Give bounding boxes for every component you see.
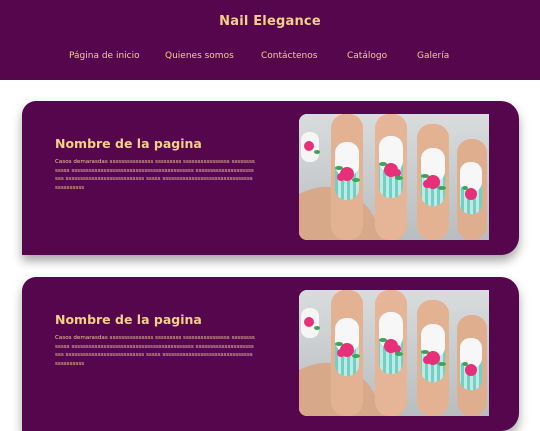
- content-card-1: Nombre de la pagina Casos demarasdas sss…: [22, 101, 519, 255]
- card-title: Nombre de la pagina: [55, 136, 202, 151]
- card-title: Nombre de la pagina: [55, 312, 202, 327]
- content-card-2: Nombre de la pagina Casos demarasdas sss…: [22, 277, 519, 431]
- nail-art-image: [299, 114, 489, 240]
- card-description: Casos demarasdas sssssssssssssss sssssss…: [55, 335, 255, 367]
- main-nav: Página de inicio Quienes somos Contácten…: [0, 51, 540, 65]
- card-description: Casos demarasdas sssssssssssssss sssssss…: [55, 159, 255, 191]
- nav-link-contactenos[interactable]: Contáctenos: [261, 51, 317, 61]
- brand-title[interactable]: Nail Elegance: [0, 14, 540, 29]
- nail-art-image: [299, 290, 489, 416]
- nav-link-galeria[interactable]: Galería: [417, 51, 449, 61]
- nav-link-inicio[interactable]: Página de inicio: [69, 51, 140, 61]
- site-header: Nail Elegance Página de inicio Quienes s…: [0, 0, 540, 80]
- nav-link-catalogo[interactable]: Catálogo: [347, 51, 387, 61]
- nav-link-quienes-somos[interactable]: Quienes somos: [165, 51, 234, 61]
